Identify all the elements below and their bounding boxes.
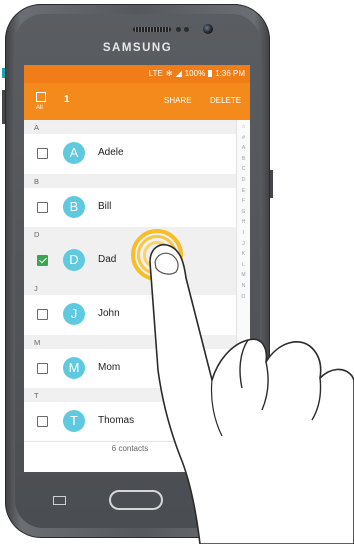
pointing-hand-illustration bbox=[149, 244, 354, 544]
screenshot: SAMSUNG LTE ✻ ◢ 100% 1:36 PM All 1 SHARE… bbox=[0, 0, 354, 544]
